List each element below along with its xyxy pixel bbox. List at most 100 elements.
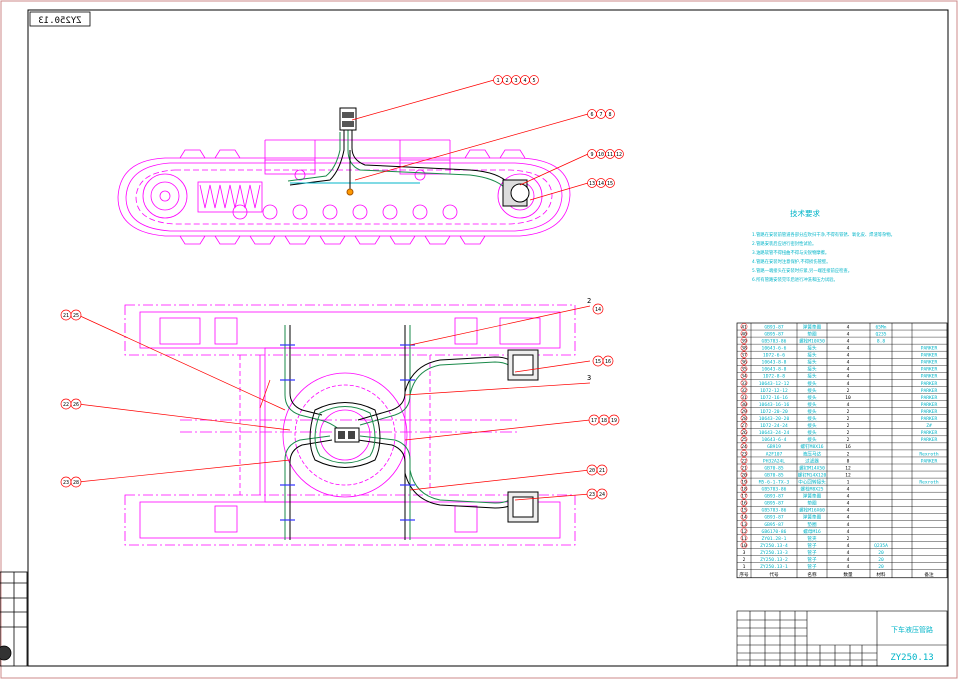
bom-qty: 4 [847,374,850,380]
bom-qty: 4 [847,557,850,563]
bom-header-cell: 代号 [769,571,779,578]
bom-name: 接头 [807,387,817,394]
bom-qty: 2 [847,451,850,457]
balloon-number: 9 [590,152,593,158]
bom-note: PARKER [921,395,938,401]
tech-line-6: 6.所有管路安装完毕后进行冲洗和压力试验。 [752,276,838,283]
plan-balloon-group-right: 14 [592,303,604,315]
bom-code: GB93-87 [764,515,784,521]
plan-leader-label-2: 2 [587,297,591,305]
bom-qty: 2 [847,430,850,436]
bom-name: 接头 [807,429,817,436]
bom-qty: 2 [847,536,850,542]
bom-qty: 2 [847,416,850,422]
travel-motor-plan-lower [507,491,539,523]
bom-name: 管夹 [807,535,817,542]
drawing-code: ZY250.13 [890,653,933,663]
balloon-number: 12 [616,152,622,158]
bom-name: 接头 [807,401,817,408]
bom-qty: 4 [847,331,850,337]
bom-code: GB5783-86 [762,487,787,493]
bom-qty: 4 [847,360,850,366]
balloon-number: 14 [595,307,601,313]
bom-name: 螺钉M8X16 [800,443,823,450]
drawing-title: 下车液压管路 [891,625,933,634]
bom-name: 弹簧垫圈 [803,514,822,521]
bom-note: PARKER [921,388,938,394]
side-balloon-group: 12345 [493,75,539,85]
tech-line-3: 3.油路软管不得扭曲不得与尖锐物摩擦。 [752,249,829,256]
bom-qty: 4 [847,529,850,535]
balloon-number: 13 [589,181,595,187]
balloon-number: 2 [505,78,508,84]
bom-qty: 8 [847,458,850,464]
bom-note: PARKER [921,374,938,380]
balloon-number: 19 [611,418,617,424]
bom-name: 螺栓M10X50 [799,337,825,344]
tech-line-4: 4.管路在安装时注意保护,不得损伤管壁。 [752,258,831,265]
bom-header-cell: 材料 [876,571,886,578]
bom-code: GB5783-86 [762,508,787,514]
bom-material: 8.8 [877,338,886,344]
bom-name: 接头 [807,380,817,387]
bom-qty: 4 [847,346,850,352]
bom-qty: 4 [847,381,850,387]
tech-line-5: 5.管路一端接头在安装时拧紧,另一端连接前应检查。 [752,267,852,274]
bom-name: 弹簧垫圈 [803,323,822,330]
balloon-number: 20 [589,468,595,474]
bom-name: 液压马达 [803,450,822,457]
bom-header-cell: 数量 [843,571,853,578]
balloon-number: 28 [73,480,79,486]
bom-name: 螺钉M14X50 [799,464,825,471]
balloon-number: 14 [598,181,604,187]
bom-qty: 2 [847,409,850,415]
tech-heading: 技术要求 [790,208,820,218]
bom-code: 1D72-20-20 [760,409,788,415]
drawing-sheet: ZY250.13 1 2 3 4 56 7 89 10 11 1213 14 1… [0,0,958,679]
bom-name: 接头 [807,373,817,380]
bom-code: ZY01.28-1 [762,536,787,542]
bom-code: 1D72-12-12 [760,388,788,394]
bom-note: PARKER [921,360,938,366]
bom-note: PARKER [921,402,938,408]
bom-code: GB95-87 [764,501,784,507]
bom-name: 管子 [807,556,817,563]
bom-note: PARKER [921,430,938,436]
bom-code: ZY250.13-3 [760,550,788,556]
bom-qty: 4 [847,508,850,514]
bom-material: 20 [878,557,884,563]
bom-name: 接头 [807,352,817,359]
side-balloon-group: 13 14 15 [587,178,615,188]
bom-material: 20 [878,550,884,556]
bom-code: GB93-87 [764,494,784,500]
bom-name: 螺栓M8X25 [800,486,823,493]
balloon-number: 23 [63,480,69,486]
travel-motor-plan-upper [507,349,539,381]
bom-code: 1D72-6-6 [763,353,785,359]
bom-qty: 4 [847,543,850,549]
bom-name: 接头 [807,436,817,443]
bom-code: M5-6-1-TX-3 [759,479,790,485]
balloon-number: 7 [599,112,602,118]
bom-qty: 4 [847,564,850,570]
bom-name: 接头 [807,366,817,373]
bom-name: 管子 [807,563,817,570]
bom-name: 管子 [807,549,817,556]
bom-code: 10643-6-4 [762,437,787,443]
bom-name: 螺母M16 [803,528,821,535]
bom-note: Rexroth [919,479,939,485]
bom-code: 10643-8-8 [762,360,787,366]
balloon-number: 10 [598,152,604,158]
bom-code: 10643-8-8 [762,367,787,373]
bom-code: ZY250.13-4 [760,543,788,549]
bom-code: GB5783-86 [762,338,787,344]
bom-material: Q235A [874,543,888,549]
balloon-number: 23 [589,492,595,498]
bom-note: PARKER [921,458,938,464]
bom-code: 1D72-8-8 [763,374,785,380]
bom-note: PARKER [921,416,938,422]
bom-qty: 4 [847,550,850,556]
bom-material: 20 [878,564,884,570]
bom-no: 2 [743,557,746,563]
bom-qty: 4 [847,338,850,344]
